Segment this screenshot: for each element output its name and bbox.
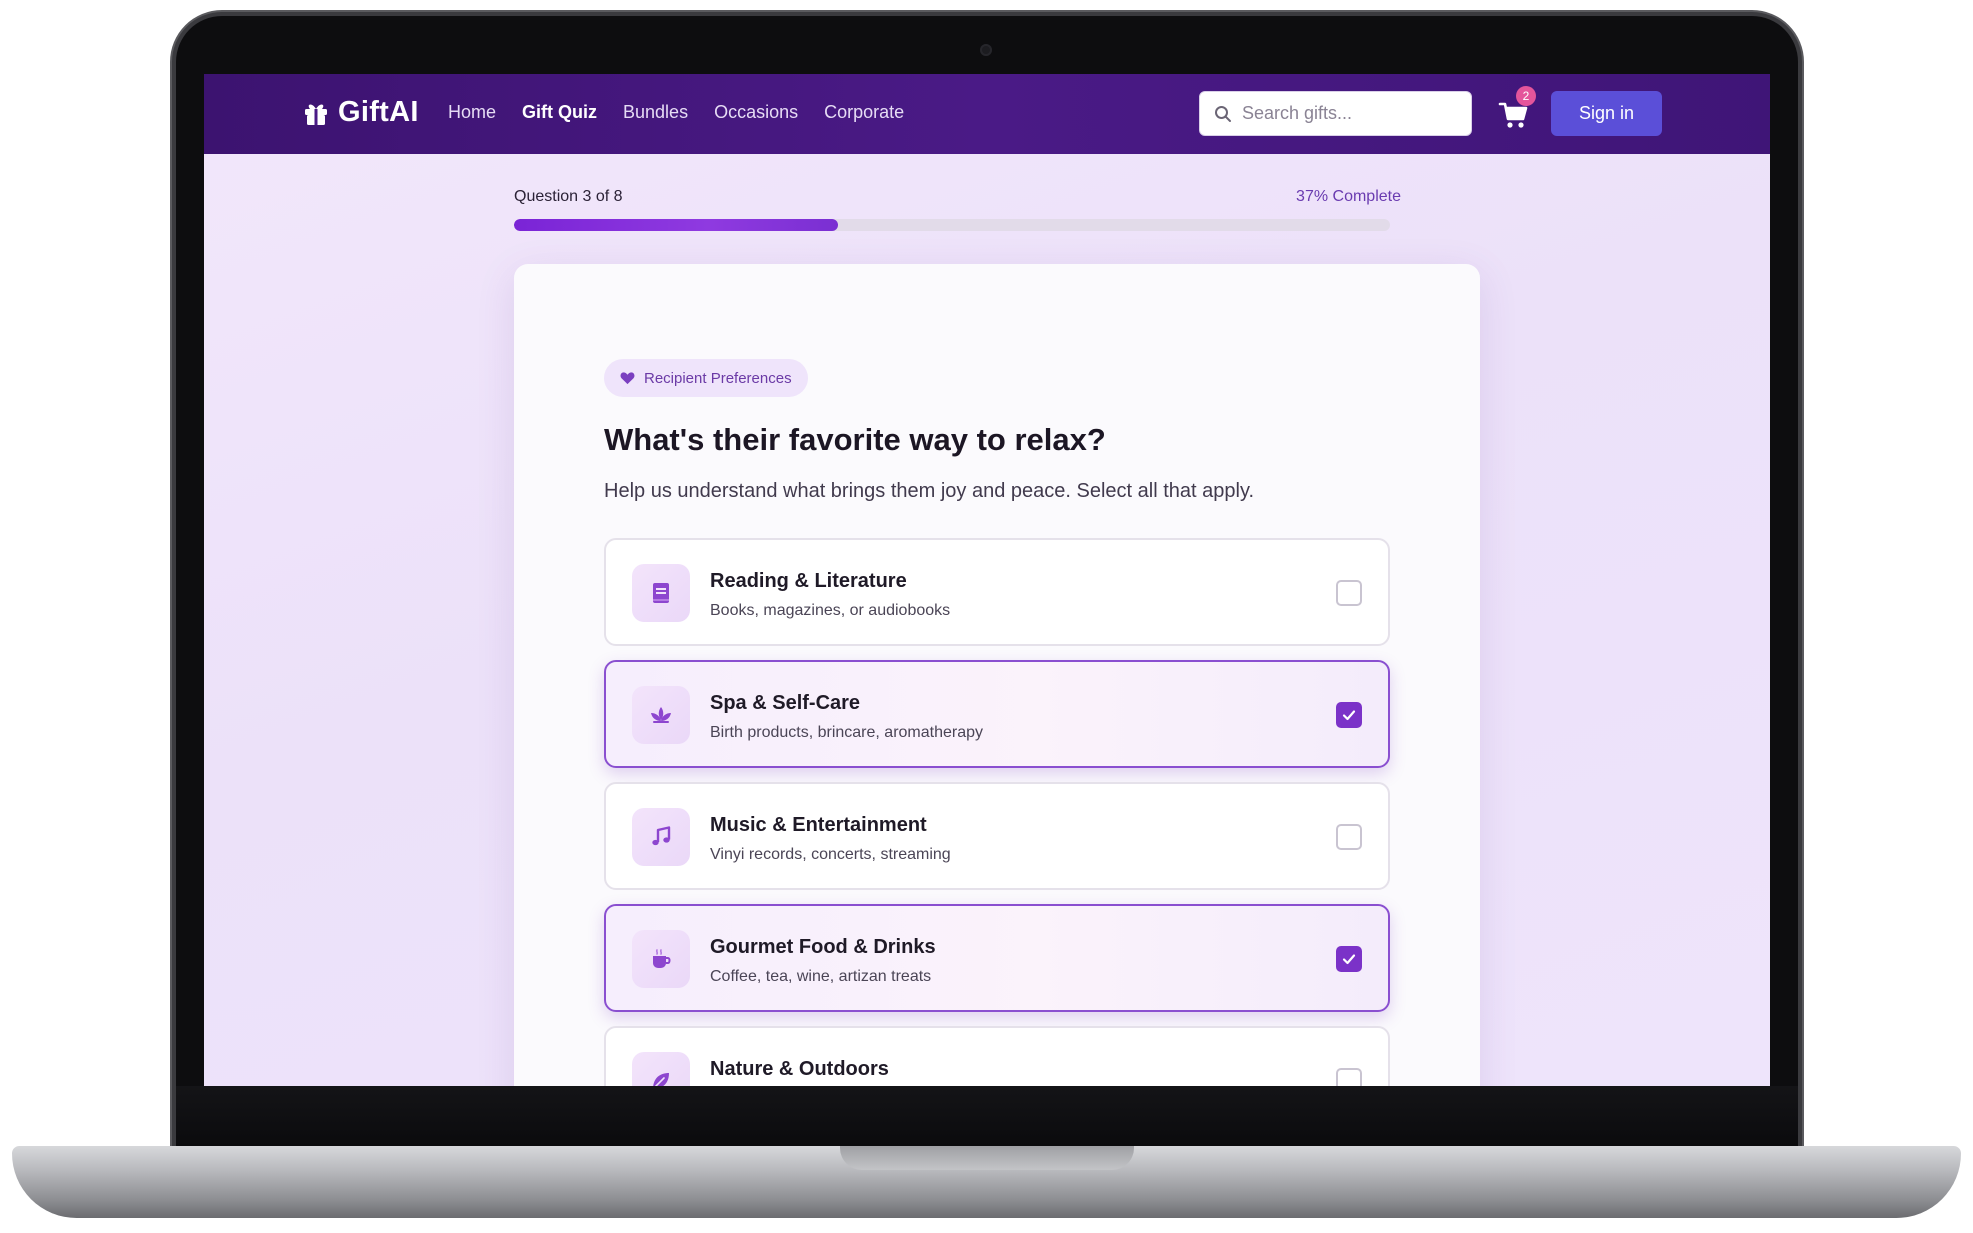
gift-icon [305,103,327,125]
top-navbar: GiftAI Home Gift Quiz Bundles Occasions … [204,74,1770,154]
coffee-cup-icon [653,949,671,968]
nav-link-occasions[interactable]: Occasions [714,102,798,123]
screen: GiftAI Home Gift Quiz Bundles Occasions … [204,74,1770,1086]
option-checkbox[interactable] [1336,946,1362,972]
search-box[interactable] [1199,91,1472,136]
option-checkbox[interactable] [1336,580,1362,606]
option-title: Gourmet Food & Drinks [710,936,936,958]
lotus-icon [651,707,671,723]
brand-name: GiftAI [338,96,419,128]
nav-link-gift-quiz[interactable]: Gift Quiz [522,102,597,123]
heart-icon [620,372,635,385]
nav-link-bundles[interactable]: Bundles [623,102,688,123]
sign-in-button[interactable]: Sign in [1551,91,1662,136]
progress-bar [514,219,1390,231]
option-title: Reading & Literature [710,570,907,592]
option-music-entertainment[interactable]: Music & Entertainment Vinyi records, con… [604,782,1390,890]
nav-link-corporate[interactable]: Corporate [824,102,904,123]
camera [980,44,992,56]
option-description: Vinyi records, concerts, streaming [710,846,951,863]
option-description: Birth products, brincare, aromatherapy [710,724,984,741]
nav-links: Home Gift Quiz Bundles Occasions Corpora… [448,102,904,123]
brand-logo[interactable]: GiftAI [302,96,419,129]
question-title: What's their favorite way to relax? [604,422,1106,457]
option-title: Spa & Self-Care [710,692,861,714]
question-helper-text: Help us understand what brings them joy … [604,480,1255,502]
music-note-icon [652,826,671,846]
cart-count-badge: 2 [1516,86,1536,106]
option-title: Music & Entertainment [710,814,927,836]
option-title: Nature & Outdoors [710,1058,889,1080]
checkmark-icon [1342,954,1356,965]
progress-bar-fill [514,219,839,231]
option-gourmet-food-drinks[interactable]: Gourmet Food & Drinks Coffee, tea, wine,… [604,904,1390,1012]
option-reading-literature[interactable]: Reading & Literature Books, magazines, o… [604,538,1390,646]
option-checkbox[interactable] [1336,702,1362,728]
option-description: Coffee, tea, wine, artizan treats [710,968,932,985]
nav-link-home[interactable]: Home [448,102,496,123]
question-progress-label: Question 3 of 8 [514,188,623,205]
quiz-card: Recipient Preferences What's their favor… [514,264,1480,1086]
option-nature-outdoors[interactable]: Nature & Outdoors [604,1026,1390,1086]
option-checkbox[interactable] [1336,1068,1362,1086]
laptop-bezel [176,1086,1798,1146]
option-description: Books, magazines, or audiobooks [710,602,951,619]
option-spa-self-care[interactable]: Spa & Self-Care Birth products, brincare… [604,660,1390,768]
leaf-icon [653,1073,669,1086]
option-checkbox[interactable] [1336,824,1362,850]
progress-percent: 37% Complete [1296,188,1401,205]
search-input[interactable] [1242,103,1462,124]
checkmark-icon [1342,710,1356,721]
laptop-hinge-notch [840,1146,1134,1170]
book-icon [653,583,669,603]
category-label: Recipient Preferences [644,369,792,387]
category-chip: Recipient Preferences [604,359,808,397]
search-icon [1215,105,1231,122]
